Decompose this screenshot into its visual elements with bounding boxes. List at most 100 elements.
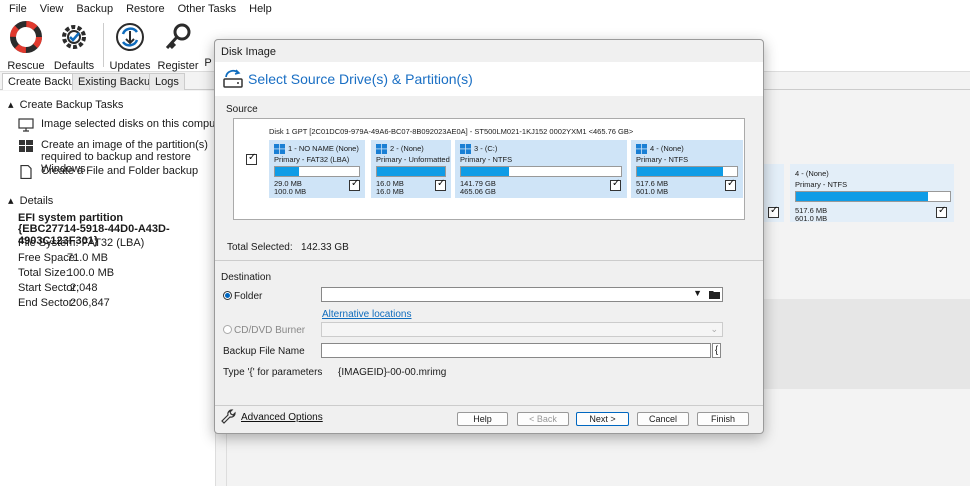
bg-partition-4: 4 - (None) Primary - NTFS 517.6 MB 601.0 … [790,164,954,223]
windows-icon [274,144,285,154]
source-disk-box: Disk 1 GPT [2C01DC09-979A-49A6-BC07-8B09… [233,118,745,220]
cd-dvd-select[interactable]: ⌄ [321,322,723,337]
partition-3-title: 3 - (C:) [474,144,498,153]
left-pane: ▴ Create Backup Tasks Image selected dis… [0,91,228,486]
tasks-section-header[interactable]: ▴ Create Backup Tasks [8,98,123,111]
partition-1-usage-fill [275,167,300,176]
partition-3-checkbox[interactable] [610,178,621,191]
partition-2-type: Primary - Unformatted [376,155,450,164]
menu-view[interactable]: View [40,3,64,15]
end-sector-label: End Sector: [18,297,76,309]
toolbar-divider [103,23,104,67]
partition-3-usage-fill [461,167,509,176]
folder-radio[interactable] [223,291,232,300]
partition-1-checkbox[interactable] [349,178,360,191]
drive-sync-icon [223,69,243,88]
details-section-header[interactable]: ▴ Details [8,194,53,207]
rescue-label: Rescue [7,60,45,72]
register-button[interactable]: Register [154,21,202,72]
lifebuoy-icon [10,21,42,53]
disk-select-checkbox[interactable] [246,152,257,165]
parameter-brace-button[interactable]: { [712,343,721,358]
bg-partition-4-title: 4 - (None) [795,169,829,178]
cd-dvd-radio[interactable] [223,325,232,334]
key-icon [165,23,191,50]
updates-label: Updates [109,60,151,72]
partition-2-usage-fill [377,167,445,176]
gear-check-icon [62,25,86,49]
total-selected-label: Total Selected: [227,242,293,253]
wrench-icon [221,409,236,424]
back-button[interactable]: < Back [517,412,569,426]
disk-image-dialog: Disk Image Select Source Drive(s) & Part… [214,39,764,434]
menu-help[interactable]: Help [249,3,272,15]
bg-partition-4-bar [795,191,951,202]
partition-1[interactable]: 1 - NO NAME (None) Primary - FAT32 (LBA)… [269,140,365,198]
defaults-label: Defaults [53,60,95,72]
total-selected-value: 142.33 GB [301,242,349,253]
file-system: File System: FAT32 (LBA) [18,237,145,249]
chevron-down-icon[interactable]: ▼ [693,288,702,298]
folder-label: Folder [234,291,263,302]
partition-4-title: 4 - (None) [650,144,684,153]
bg-partition-4-fill [796,192,929,201]
menu-file[interactable]: File [9,3,27,15]
alternative-locations-link[interactable]: Alternative locations [322,309,412,320]
partition-4-checkbox[interactable] [725,178,736,191]
disk-info: Disk 1 GPT [2C01DC09-979A-49A6-BC07-8B09… [269,127,634,136]
destination-label: Destination [221,272,272,283]
partition-2-total: 16.0 MB [376,187,404,196]
document-icon [20,165,32,179]
cd-dvd-label: CD/DVD Burner [234,325,306,336]
bg-partition-3-checkbox[interactable] [768,205,779,218]
partition-4-sizes: 517.6 MB 601.0 MB [636,180,668,196]
partition-4[interactable]: 4 - (None) Primary - NTFS 517.6 MB 601.0 … [631,140,743,198]
end-sector-value: 206,847 [70,297,110,309]
dialog-title: Disk Image [221,46,277,58]
partition-3-sizes: 141.79 GB 465.06 GB [460,180,496,196]
partition-3[interactable]: 3 - (C:) Primary - NTFS 141.79 GB 465.06 … [455,140,627,198]
next-button[interactable]: Next > [576,412,629,426]
refresh-download-icon [116,23,144,51]
start-sector-value: 2,048 [70,282,98,294]
menu-backup[interactable]: Backup [76,3,113,15]
menu-bar: File View Backup Restore Other Tasks Hel… [0,0,970,17]
rescue-button[interactable]: Rescue [2,21,50,72]
backup-file-name-input[interactable] [321,343,711,358]
type-hint-label: Type '{' for parameters [223,367,323,378]
menu-restore[interactable]: Restore [126,3,165,15]
backup-file-name-label: Backup File Name [223,346,305,357]
chevron-down-icon: ⌄ [710,324,718,334]
folder-icon[interactable] [709,290,720,299]
advanced-options-link[interactable]: Advanced Options [241,412,323,423]
register-label: Register [157,60,199,72]
cancel-button[interactable]: Cancel [637,412,689,426]
bg-partition-4-type: Primary - NTFS [795,180,848,189]
updates-button[interactable]: Updates [106,21,154,72]
footer-divider [215,405,763,406]
windows-icon [460,144,471,154]
total-size-label: Total Size: [18,267,69,279]
partition-2-title: 2 - (None) [390,144,424,153]
partition-1-total: 100.0 MB [274,187,307,196]
bg-partition-4-checkbox[interactable] [936,205,947,218]
partition-2[interactable]: 2 - (None) Primary - Unformatted 16.0 MB… [371,140,451,198]
tasks-header-label: Create Backup Tasks [19,99,124,111]
partition-4-type: Primary - NTFS [636,155,689,164]
defaults-button[interactable]: Defaults [50,21,98,72]
windows-icon [376,144,387,154]
dialog-header: Select Source Drive(s) & Partition(s) [215,62,763,96]
partition-1-usage-bar [274,166,360,177]
section-divider [215,260,763,261]
help-button[interactable]: Help [457,412,508,426]
folder-path-input[interactable]: ▼ [321,287,723,302]
partition-2-usage-bar [376,166,446,177]
finish-button[interactable]: Finish [697,412,749,426]
partition-3-type: Primary - NTFS [460,155,513,164]
menu-other-tasks[interactable]: Other Tasks [178,3,237,15]
partition-2-checkbox[interactable] [435,178,446,191]
tab-logs[interactable]: Logs [149,73,185,90]
bg-panel [760,299,970,389]
partition-2-sizes: 16.0 MB 16.0 MB [376,180,404,196]
task-file-folder-label: Create a File and Folder backup [41,165,199,177]
